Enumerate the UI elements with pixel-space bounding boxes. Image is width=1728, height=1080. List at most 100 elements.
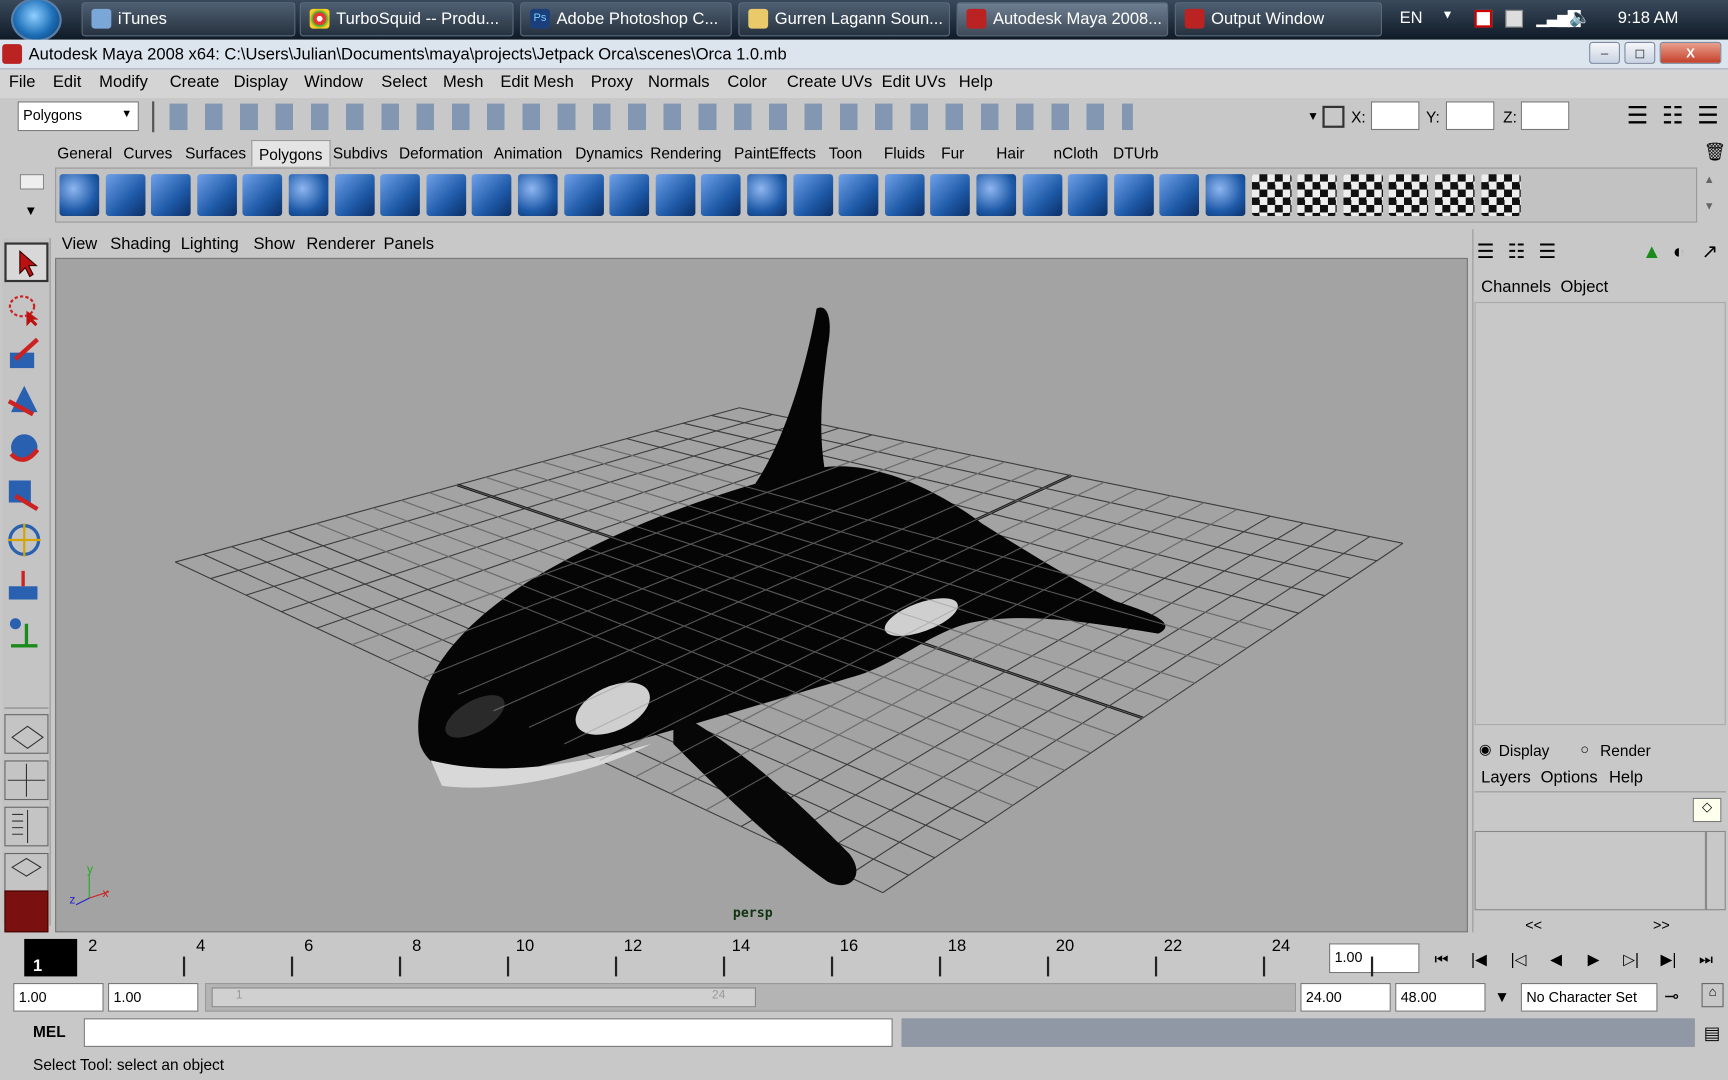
layers-prev-button[interactable]: << xyxy=(1525,917,1542,934)
menu-select[interactable]: Select xyxy=(381,73,427,92)
layers-menu-help[interactable]: Help xyxy=(1609,768,1643,787)
universal-manipulator-button[interactable] xyxy=(4,520,48,560)
soft-modification-button[interactable] xyxy=(4,566,48,606)
menu-modify[interactable]: Modify xyxy=(99,73,148,92)
shelf-extrude-icon[interactable] xyxy=(793,174,833,216)
chevron-down-icon[interactable]: ▼ xyxy=(1307,110,1319,123)
shelf-poke-icon[interactable] xyxy=(1205,174,1246,216)
rotate-tool-button[interactable] xyxy=(4,428,48,468)
panel-menu-panels[interactable]: Panels xyxy=(384,235,435,254)
shelf-tab-curves[interactable]: Curves xyxy=(123,142,172,166)
layers-next-button[interactable]: >> xyxy=(1653,917,1670,934)
range-slider-bar[interactable] xyxy=(211,987,756,1008)
shelf-plane-icon[interactable] xyxy=(242,174,283,216)
language-indicator[interactable]: EN xyxy=(1400,9,1423,28)
task-photoshop[interactable]: Ps Adobe Photoshop C... xyxy=(520,2,732,37)
shelf-prism-icon[interactable] xyxy=(334,174,375,216)
layers-display-tab[interactable]: Display xyxy=(1499,742,1550,760)
shelf-transfer-icon[interactable] xyxy=(1343,174,1383,216)
shelf-cube-icon[interactable] xyxy=(105,174,146,216)
shelf-tab-fur[interactable]: Fur xyxy=(941,142,964,166)
shelf-split-icon[interactable] xyxy=(930,174,971,216)
step-back-key-button[interactable]: |◀ xyxy=(1464,946,1495,972)
end-time-field[interactable]: 48.00 xyxy=(1395,983,1486,1012)
scroll-up-icon[interactable]: ▲ xyxy=(1704,174,1715,186)
status-line-icons[interactable] xyxy=(163,103,1133,131)
layers-render-tab[interactable]: Render xyxy=(1600,742,1651,760)
graph-layout-button[interactable] xyxy=(4,852,49,893)
snap-target-icon[interactable] xyxy=(1322,105,1345,128)
single-perspective-layout-button[interactable] xyxy=(4,714,49,754)
maximize-button[interactable]: ◻ xyxy=(1624,41,1656,64)
menu-file[interactable]: File xyxy=(9,73,36,92)
go-to-start-button[interactable]: ⏮ xyxy=(1426,946,1457,972)
layer-editor-icon[interactable]: ☷ xyxy=(1508,240,1526,263)
shelf-extract-icon[interactable] xyxy=(563,174,604,216)
time-slider[interactable] xyxy=(15,936,1325,979)
paint-select-tool-button[interactable] xyxy=(4,335,48,375)
shelf-boolean-union-icon[interactable] xyxy=(701,174,742,216)
shelf-triangulate-icon[interactable] xyxy=(1251,174,1292,216)
shelf-merge-icon[interactable] xyxy=(1113,174,1154,216)
shelf-tab-fluids[interactable]: Fluids xyxy=(884,142,925,166)
go-to-end-button[interactable]: ⏭ xyxy=(1691,946,1722,972)
trash-icon[interactable]: 🗑 xyxy=(1704,141,1726,163)
shelf-cylinder-icon[interactable] xyxy=(151,174,191,216)
menu-edit-uvs[interactable]: Edit UVs xyxy=(882,73,946,92)
shelf-tab-polygons[interactable]: Polygons xyxy=(251,139,331,167)
shelf-separate-icon[interactable] xyxy=(517,174,558,216)
chevron-down-icon[interactable]: ▼ xyxy=(1441,9,1453,22)
manipulator-icon[interactable]: ▲ xyxy=(1642,240,1662,263)
shelf-tab-painteffects[interactable]: PaintEffects xyxy=(734,142,816,166)
shelf-insert-loop-icon[interactable] xyxy=(976,174,1017,216)
start-time-field[interactable]: 1.00 xyxy=(13,983,104,1012)
tool-settings-icon[interactable]: ☷ xyxy=(1662,103,1684,128)
shelf-bevel-icon[interactable] xyxy=(747,174,787,216)
task-turbosquid[interactable]: TurboSquid -- Produ... xyxy=(299,2,514,37)
shelf-append-icon[interactable] xyxy=(884,174,925,216)
shelf-smooth-icon[interactable] xyxy=(609,174,650,216)
shelf-bridge-icon[interactable] xyxy=(838,174,879,216)
shelf-cylindrical-mapping-icon[interactable] xyxy=(1434,174,1475,216)
step-forward-key-button[interactable]: ▶| xyxy=(1653,946,1684,972)
animation-preferences-icon[interactable]: ⌂ xyxy=(1701,983,1724,1008)
shelf-tab-general[interactable]: General xyxy=(57,142,112,166)
outliner-layout-button[interactable] xyxy=(4,806,49,847)
shelf-average-icon[interactable] xyxy=(655,174,696,216)
layer-list[interactable] xyxy=(1474,830,1706,911)
command-language-label[interactable]: MEL xyxy=(33,1023,66,1041)
x-input[interactable] xyxy=(1370,101,1420,131)
shelf-cone-icon[interactable] xyxy=(197,174,237,216)
panel-menu-view[interactable]: View xyxy=(62,235,98,254)
shelf-tab-deformation[interactable]: Deformation xyxy=(399,142,483,166)
shelf-wedge-icon[interactable] xyxy=(1159,174,1200,216)
shelf-tab-dynamics[interactable]: Dynamics xyxy=(575,142,643,166)
menu-create[interactable]: Create xyxy=(170,73,220,92)
z-input[interactable] xyxy=(1520,101,1570,131)
device-icon[interactable] xyxy=(1505,9,1524,28)
auto-key-icon[interactable]: ⊸ xyxy=(1664,985,1679,1007)
shelf-sphere-icon[interactable] xyxy=(59,174,100,216)
chevron-down-icon[interactable]: ▼ xyxy=(1494,987,1509,1005)
action-center-flag-icon[interactable] xyxy=(1474,9,1493,28)
render-radio-icon[interactable]: ○ xyxy=(1580,741,1589,758)
shelf-tab-animation[interactable]: Animation xyxy=(494,142,563,166)
playback-end-field[interactable]: 24.00 xyxy=(1300,983,1391,1012)
menu-edit-mesh[interactable]: Edit Mesh xyxy=(500,73,574,92)
layers-menu-options[interactable]: Options xyxy=(1541,768,1598,787)
show-manipulator-button[interactable] xyxy=(4,613,48,653)
task-gurren-lagann[interactable]: Gurren Lagann Soun... xyxy=(738,2,950,37)
shelf-tab-toon[interactable]: Toon xyxy=(829,142,862,166)
four-view-layout-button[interactable] xyxy=(4,760,49,801)
layers-menu-layers[interactable]: Layers xyxy=(1481,768,1531,787)
pin-icon[interactable]: ↗ xyxy=(1702,240,1719,263)
task-maya[interactable]: Autodesk Maya 2008... xyxy=(956,2,1169,37)
shelf-tab-rendering[interactable]: Rendering xyxy=(650,142,721,166)
panel-menu-show[interactable]: Show xyxy=(253,235,294,254)
play-backwards-button[interactable]: ◀ xyxy=(1541,946,1572,972)
shelf-tab-subdivs[interactable]: Subdivs xyxy=(333,142,388,166)
menu-edit[interactable]: Edit xyxy=(53,73,81,92)
chevron-down-icon[interactable]: ▼ xyxy=(121,108,132,120)
shelf-offset-loop-icon[interactable] xyxy=(1022,174,1062,216)
menu-create-uvs[interactable]: Create UVs xyxy=(787,73,872,92)
